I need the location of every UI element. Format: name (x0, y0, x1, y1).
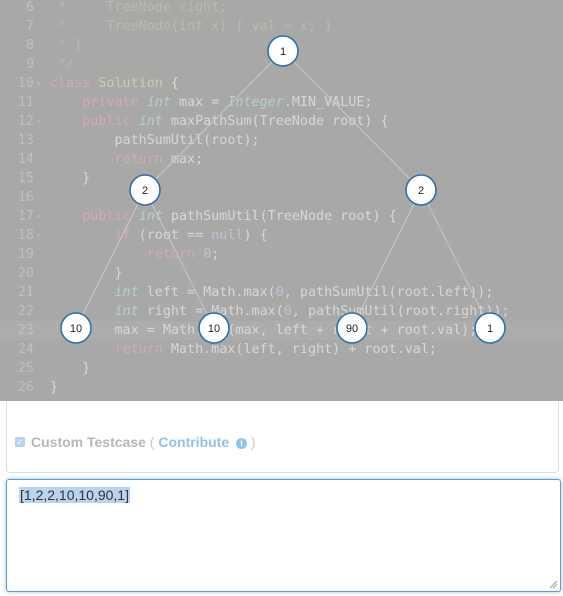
info-icon[interactable]: i (236, 438, 248, 449)
tree-node-label: 2 (142, 185, 148, 197)
tree-node-label: 1 (487, 323, 493, 335)
tree-node-label: 10 (70, 323, 82, 335)
testcase-input[interactable]: [1,2,2,10,10,90,1] (6, 479, 561, 592)
tree-edge (420, 189, 491, 329)
resize-handle-icon[interactable] (548, 579, 558, 589)
tree-node: 2 (405, 174, 437, 206)
custom-testcase-label: Custom Testcase ( Contribute i ) (31, 434, 256, 450)
tree-node: 1 (474, 312, 506, 344)
custom-testcase-checkbox[interactable]: ✓ (15, 437, 25, 447)
tree-node-label: 90 (346, 323, 358, 335)
tree-node-label: 10 (208, 323, 220, 335)
open-paren: ( (149, 434, 155, 450)
tree-node: 90 (336, 312, 368, 344)
tree-edge (351, 189, 422, 329)
tree-edge (75, 189, 146, 329)
tree-node: 1 (267, 35, 299, 67)
tree-edge (144, 189, 215, 329)
testcase-panel: ✓ Custom Testcase ( Contribute i ) (6, 401, 559, 473)
binary-tree-visualization: 1 2 2 10 10 90 1 (60, 35, 506, 344)
tree-node-label: 1 (280, 46, 286, 58)
contribute-link[interactable]: Contribute (158, 434, 229, 450)
tree-node: 10 (60, 312, 92, 344)
checkbox-label-text: Custom Testcase (31, 434, 146, 450)
tree-node: 10 (198, 312, 230, 344)
tree-node-label: 2 (418, 185, 424, 197)
tree-edge (282, 50, 422, 191)
close-paren: ) (250, 434, 256, 450)
tree-node: 2 (129, 174, 161, 206)
testcase-input-value[interactable]: [1,2,2,10,10,90,1] (19, 487, 130, 503)
tree-edge (144, 50, 284, 191)
